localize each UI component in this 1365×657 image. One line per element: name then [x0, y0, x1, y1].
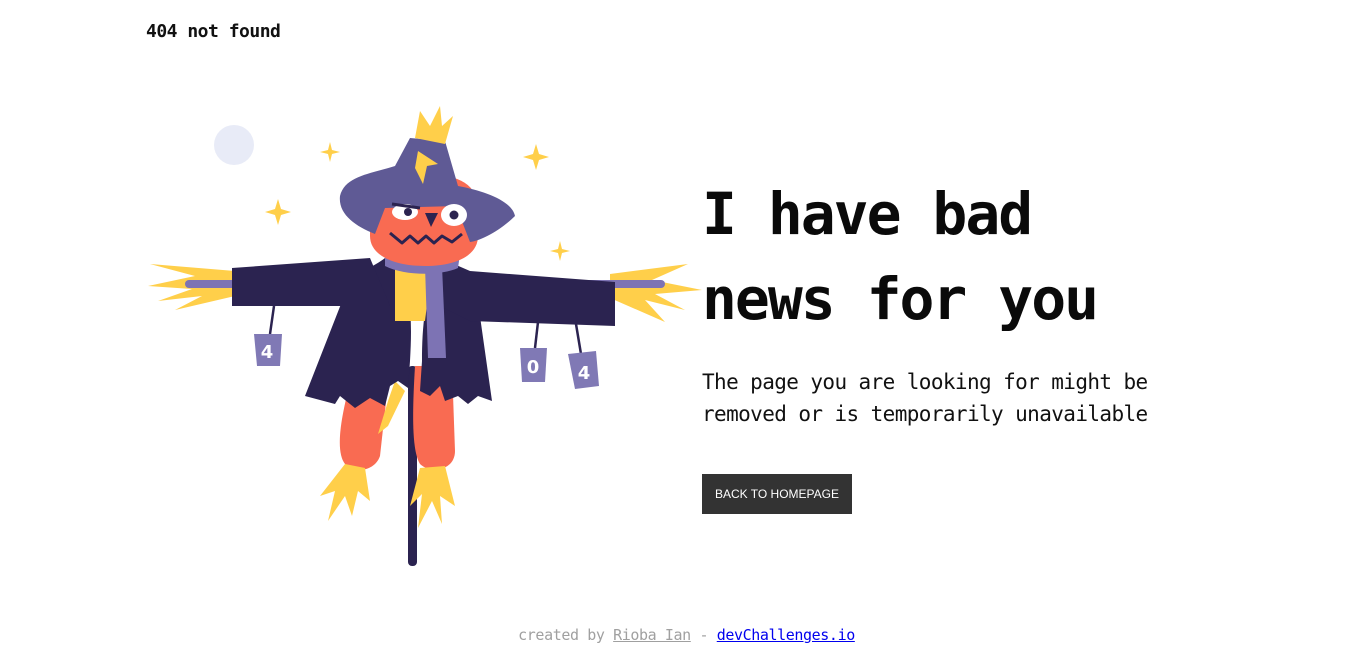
can-label: 0 [527, 357, 540, 378]
right-hand-straw [610, 264, 702, 322]
footer-separator: - [699, 626, 709, 644]
footer: created by Rioba Ian - devChallenges.io [0, 626, 1365, 644]
headline-line: I have bad [702, 180, 1033, 248]
sparkle-icon [320, 142, 340, 162]
moon-icon [214, 125, 254, 165]
scarecrow-illustration: 4 0 4 [148, 106, 702, 566]
message-line: The page you are looking for might be [702, 370, 1148, 394]
author-link[interactable]: Rioba Ian [613, 626, 691, 644]
left-sleeve [232, 258, 390, 306]
footer-prefix: created by [518, 626, 605, 644]
devchallenges-link[interactable]: devChallenges.io [717, 626, 855, 644]
site-logo[interactable]: 404 not found [146, 21, 281, 42]
left-foot-straw [320, 464, 370, 521]
page: 404 not found 4 0 4 I have bad news for … [0, 0, 1365, 657]
headline-line: news for you [702, 265, 1099, 333]
back-to-homepage-button[interactable]: BACK TO HOMEPAGE [702, 474, 852, 514]
message-line: removed or is temporarily unavailable [702, 402, 1148, 426]
right-sleeve [440, 258, 615, 326]
sparkle-icon [265, 199, 291, 225]
sparkle-icon [523, 144, 549, 170]
sparkle-icon [550, 241, 570, 261]
can-label: 4 [578, 363, 591, 384]
error-message: The page you are looking for might be re… [702, 366, 1262, 430]
can-label: 4 [261, 342, 274, 363]
headline: I have bad news for you [702, 172, 1322, 342]
